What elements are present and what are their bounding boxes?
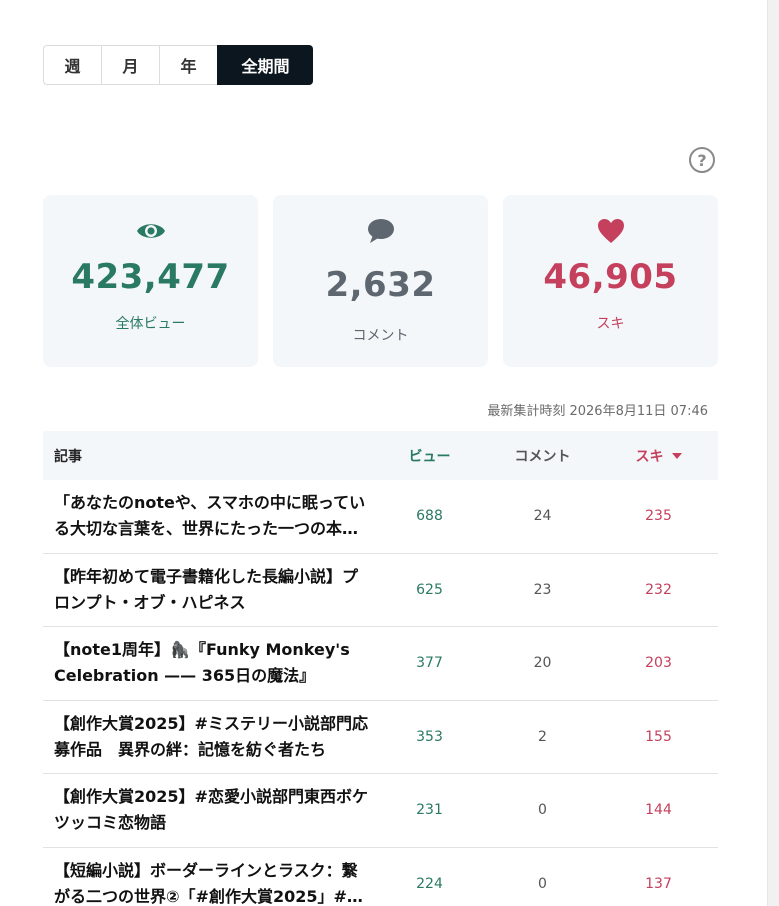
article-title-link[interactable]: 【note1周年】🦍『Funky Monkey's Celebration ——… <box>43 637 373 689</box>
article-title-link[interactable]: 【創作大賞2025】#恋愛小説部門東西ボケツッコミ恋物語 <box>43 784 373 836</box>
article-views: 377 <box>416 655 443 672</box>
total-comments-label: コメント <box>352 328 409 344</box>
last-updated-text: 最新集計時刻 2026年8月11日 07:46 <box>487 404 708 419</box>
table-row: 【note1周年】🦍『Funky Monkey's Celebration ——… <box>43 627 718 701</box>
article-likes: 137 <box>645 875 672 892</box>
table-row: 「あなたのnoteや、スマホの中に眠っている大切な言葉を、世界にたった一つの本に… <box>43 480 718 554</box>
speech-bubble-icon <box>367 217 395 245</box>
tab-all-time[interactable]: 全期間 <box>217 45 313 85</box>
articles-table: 記事 ビュー コメント スキ 「あなたのnoteや、スマホの中に眠っている大切な… <box>43 431 718 906</box>
total-comments-value: 2,632 <box>325 265 436 305</box>
article-title-link[interactable]: 「あなたのnoteや、スマホの中に眠っている大切な言葉を、世界にたった一つの本に… <box>43 490 373 542</box>
total-likes-value: 46,905 <box>543 257 678 297</box>
question-circle-icon[interactable]: ? <box>689 147 715 173</box>
article-likes: 232 <box>645 581 672 598</box>
article-comments: 23 <box>533 581 552 598</box>
header-likes[interactable]: スキ <box>599 446 718 466</box>
table-row: 【創作大賞2025】#恋愛小説部門東西ボケツッコミ恋物語 231 0 144 <box>43 774 718 848</box>
tab-week[interactable]: 週 <box>43 45 101 85</box>
article-comments: 0 <box>538 875 547 892</box>
period-tabs: 週 月 年 全期間 <box>43 45 313 85</box>
header-views[interactable]: ビュー <box>373 446 486 466</box>
total-likes-label: スキ <box>596 316 625 332</box>
table-header: 記事 ビュー コメント スキ <box>43 431 718 480</box>
article-title-link[interactable]: 【短編小説】ボーダーラインとラスク：繋がる二つの世界②「#創作大賞2025」#フ… <box>43 858 373 906</box>
article-title-link[interactable]: 【創作大賞2025】#ミステリー小説部門応募作品 異界の絆：記憶を紡ぐ者たち <box>43 711 373 763</box>
article-views: 625 <box>416 581 443 598</box>
total-views-value: 423,477 <box>71 257 230 297</box>
article-views: 353 <box>416 728 443 745</box>
table-row: 【昨年初めて電子書籍化した長編小説】プロンプト・オブ・ハピネス 625 23 2… <box>43 554 718 627</box>
stat-card-likes: 46,905 スキ <box>503 195 718 367</box>
total-views-label: 全体ビュー <box>115 316 186 332</box>
table-row: 【創作大賞2025】#ミステリー小説部門応募作品 異界の絆：記憶を紡ぐ者たち 3… <box>43 701 718 774</box>
article-likes: 155 <box>645 728 672 745</box>
article-views: 688 <box>416 508 443 525</box>
tab-year[interactable]: 年 <box>159 45 217 85</box>
tab-month[interactable]: 月 <box>101 45 159 85</box>
article-comments: 0 <box>538 802 547 819</box>
eye-icon <box>136 217 166 245</box>
header-comments[interactable]: コメント <box>486 446 599 466</box>
heart-icon <box>597 217 625 245</box>
article-likes: 144 <box>645 802 672 819</box>
article-likes: 235 <box>645 508 672 525</box>
article-comments: 2 <box>538 728 547 745</box>
stat-card-views: 423,477 全体ビュー <box>43 195 258 367</box>
article-comments: 20 <box>533 655 552 672</box>
stat-card-comments: 2,632 コメント <box>273 195 488 367</box>
header-title: 記事 <box>54 448 82 465</box>
article-comments: 24 <box>533 508 552 525</box>
scrollbar[interactable] <box>767 0 779 906</box>
article-views: 224 <box>416 875 443 892</box>
sort-desc-icon <box>671 452 682 459</box>
header-likes-label: スキ <box>635 448 664 465</box>
article-likes: 203 <box>645 655 672 672</box>
article-title-link[interactable]: 【昨年初めて電子書籍化した長編小説】プロンプト・オブ・ハピネス <box>43 564 373 616</box>
table-row: 【短編小説】ボーダーラインとラスク：繋がる二つの世界②「#創作大賞2025」#フ… <box>43 848 718 906</box>
article-views: 231 <box>416 802 443 819</box>
